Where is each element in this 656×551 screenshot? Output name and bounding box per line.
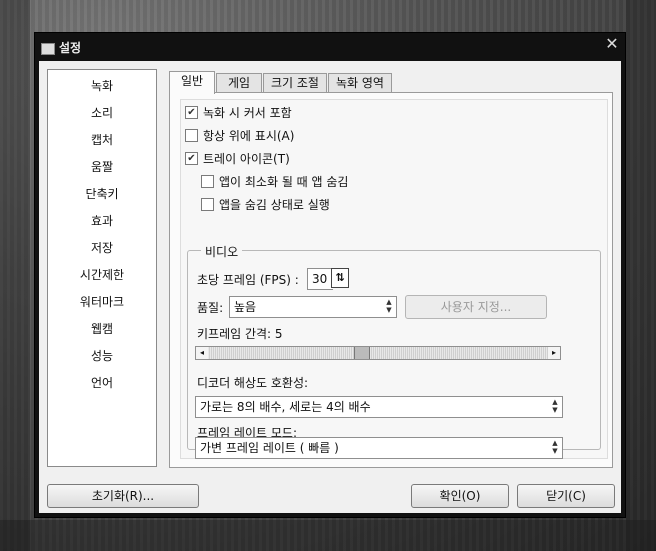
sidebar-item-timelimit[interactable]: 시간제한 (48, 266, 156, 283)
option-start-hidden[interactable]: 앱을 숨김 상태로 실행 (201, 196, 330, 213)
settings-window: 설정 ✕ 녹화 소리 캡처 움짤 단축키 효과 저장 시간제한 워터마크 웹캠 … (34, 32, 626, 518)
window-title: 설정 (59, 41, 82, 55)
sidebar-item-save[interactable]: 저장 (48, 239, 156, 256)
video-group-label: 비디오 (201, 243, 243, 260)
slider-left-icon[interactable]: ◂ (196, 347, 208, 359)
sidebar-item-record[interactable]: 녹화 (48, 77, 156, 94)
option-label: 앱이 최소화 될 때 앱 숨김 (219, 175, 349, 189)
tab-game[interactable]: 게임 (216, 73, 262, 93)
general-tab-panel: ✔ 녹화 시 커서 포함 항상 위에 표시(A) ✔ 트레이 아이콘(T) 앱이… (169, 92, 613, 468)
general-settings-area: ✔ 녹화 시 커서 포함 항상 위에 표시(A) ✔ 트레이 아이콘(T) 앱이… (180, 99, 608, 459)
option-label: 트레이 아이콘(T) (203, 152, 290, 166)
checkbox-include-cursor[interactable]: ✔ (185, 106, 198, 119)
fps-label: 초당 프레임 (FPS) : (197, 273, 299, 287)
sidebar-item-hotkeys[interactable]: 단축키 (48, 185, 156, 202)
decoder-label: 디코더 해상도 호환성: (197, 376, 309, 390)
decoder-select[interactable]: 가로는 8의 배수, 세로는 4의 배수 ▲ ▼ (195, 396, 563, 418)
option-tray-icon[interactable]: ✔ 트레이 아이콘(T) (185, 150, 290, 167)
keyframe-label: 키프레임 간격: 5 (197, 327, 283, 341)
close-button[interactable]: 닫기(C) (517, 484, 615, 508)
checkbox-hide-on-minimize[interactable] (201, 175, 214, 188)
fps-spin-icon[interactable]: ⇅ (331, 268, 349, 288)
select-spin-icon: ▲ ▼ (386, 298, 392, 314)
checkbox-start-hidden[interactable] (201, 198, 214, 211)
sidebar-item-gif[interactable]: 움짤 (48, 158, 156, 175)
sidebar-item-capture[interactable]: 캡처 (48, 131, 156, 148)
sidebar-item-sound[interactable]: 소리 (48, 104, 156, 121)
slider-right-icon[interactable]: ▸ (548, 347, 560, 359)
tab-resize[interactable]: 크기 조절 (263, 73, 327, 93)
slider-thumb[interactable] (354, 347, 370, 359)
sidebar-item-webcam[interactable]: 웹캠 (48, 320, 156, 337)
option-label: 앱을 숨김 상태로 실행 (219, 198, 330, 212)
custom-quality-button[interactable]: 사용자 지정... (405, 295, 547, 319)
tab-record-area[interactable]: 녹화 영역 (328, 73, 392, 93)
keyframe-slider[interactable]: ◂ ▸ (195, 346, 561, 360)
sidebar-item-performance[interactable]: 성능 (48, 347, 156, 364)
ok-button[interactable]: 확인(O) (411, 484, 509, 508)
fps-input[interactable]: 30 (307, 268, 333, 290)
framerate-mode-select[interactable]: 가변 프레임 레이트 ( 빠름 ) ▲ ▼ (195, 437, 563, 459)
select-spin-icon: ▲ ▼ (552, 398, 558, 414)
checkbox-always-on-top[interactable] (185, 129, 198, 142)
option-hide-on-minimize[interactable]: 앱이 최소화 될 때 앱 숨김 (201, 173, 348, 190)
category-list: 녹화 소리 캡처 움짤 단축키 효과 저장 시간제한 워터마크 웹캠 성능 언어 (47, 69, 157, 467)
decoder-value: 가로는 8의 배수, 세로는 4의 배수 (200, 400, 371, 414)
option-include-cursor[interactable]: ✔ 녹화 시 커서 포함 (185, 104, 292, 121)
select-spin-icon: ▲ ▼ (552, 439, 558, 455)
option-label: 항상 위에 표시(A) (203, 129, 295, 143)
sidebar-item-effects[interactable]: 효과 (48, 212, 156, 229)
dialog-body: 녹화 소리 캡처 움짤 단축키 효과 저장 시간제한 워터마크 웹캠 성능 언어… (39, 61, 621, 513)
option-label: 녹화 시 커서 포함 (203, 106, 292, 120)
checkbox-tray-icon[interactable]: ✔ (185, 152, 198, 165)
quality-value: 높음 (234, 300, 257, 314)
sidebar-item-watermark[interactable]: 워터마크 (48, 293, 156, 310)
settings-app-icon (41, 43, 55, 55)
quality-label: 품질: (197, 301, 224, 315)
sidebar-item-language[interactable]: 언어 (48, 374, 156, 391)
title-bar[interactable]: 설정 ✕ (35, 33, 625, 61)
reset-button[interactable]: 초기화(R)... (47, 484, 199, 508)
close-icon[interactable]: ✕ (603, 35, 621, 53)
tab-general[interactable]: 일반 (169, 71, 215, 94)
quality-select[interactable]: 높음 ▲ ▼ (229, 296, 397, 318)
option-always-on-top[interactable]: 항상 위에 표시(A) (185, 127, 294, 144)
framerate-mode-value: 가변 프레임 레이트 ( 빠름 ) (200, 441, 339, 455)
